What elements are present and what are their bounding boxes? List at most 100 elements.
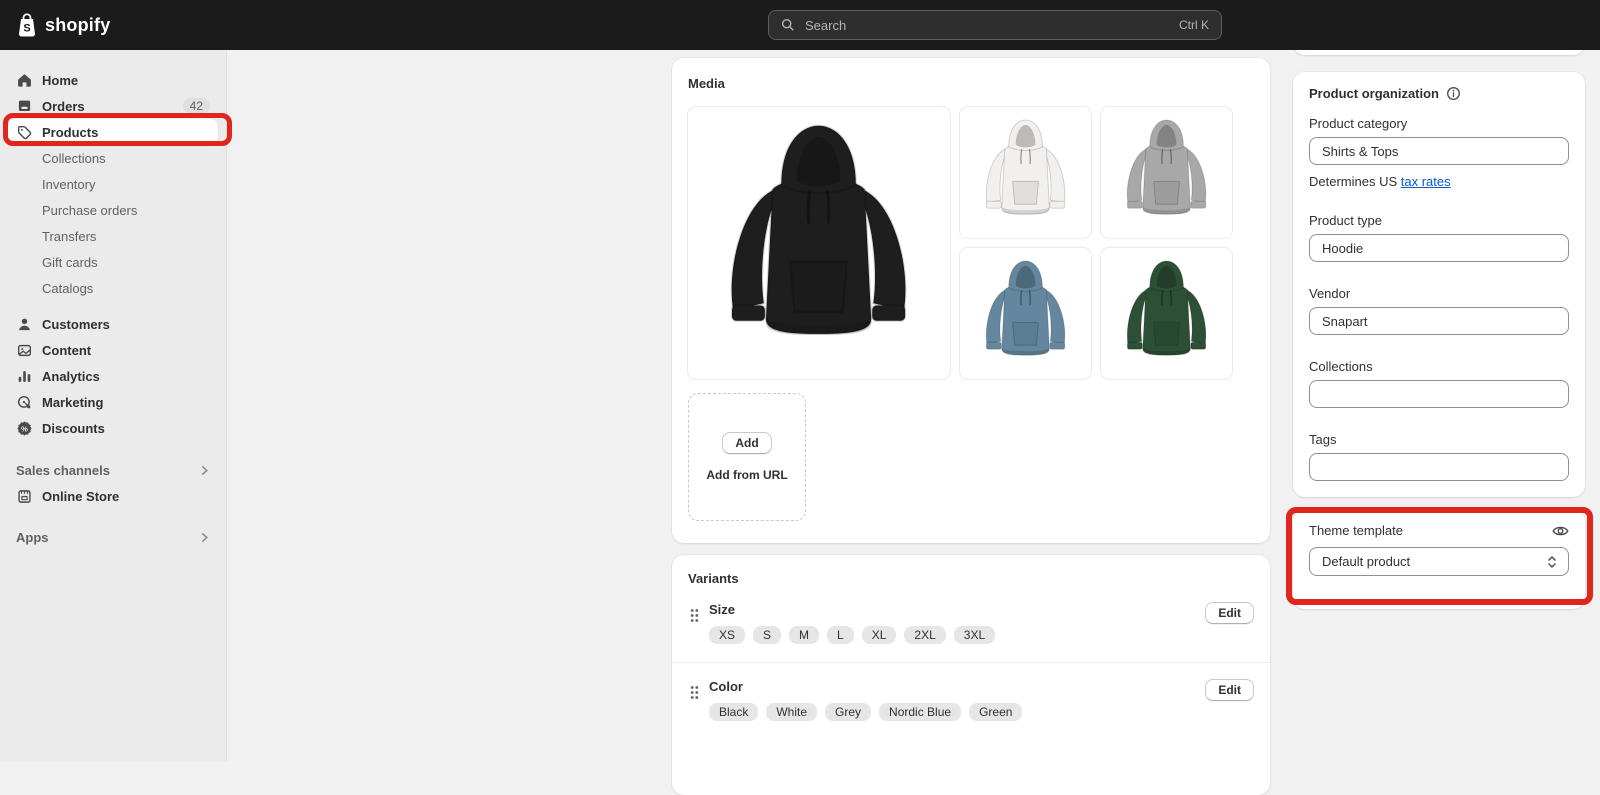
product-organization-title: Product organization [1309, 86, 1439, 101]
sidebar-item-label: Discounts [42, 421, 105, 436]
sidebar-item-label: Marketing [42, 395, 103, 410]
marketing-icon [16, 394, 32, 410]
analytics-icon [16, 368, 32, 384]
sidebar-item-orders[interactable]: Orders 42 [8, 93, 218, 119]
customers-icon [16, 316, 32, 332]
content-icon [16, 342, 32, 358]
sidebar-item-products[interactable]: Products [8, 119, 218, 145]
sidebar-item-analytics[interactable]: Analytics [8, 363, 218, 389]
sidebar-item-discounts[interactable]: % Discounts [8, 415, 218, 441]
info-icon[interactable] [1446, 86, 1461, 101]
green-hoodie-image [1117, 257, 1216, 371]
sidebar-item-label: Customers [42, 317, 110, 332]
tax-note-text: Determines US [1309, 174, 1401, 189]
nordic-blue-hoodie-image [976, 257, 1075, 371]
variant-value-chip: Grey [825, 703, 871, 721]
vendor-input[interactable] [1309, 307, 1569, 335]
sidebar-item-collections[interactable]: Collections [8, 145, 218, 171]
tax-rates-link[interactable]: tax rates [1401, 174, 1451, 189]
theme-template-header: Theme template [1309, 523, 1569, 538]
right-panel: Product organization Product category De… [1293, 0, 1585, 609]
collections-label: Collections [1309, 359, 1569, 374]
drag-handle-icon[interactable] [690, 608, 699, 644]
discounts-icon: % [16, 420, 32, 436]
product-category-input[interactable] [1309, 137, 1569, 165]
media-grid [688, 107, 1254, 379]
grey-hoodie-image [1117, 116, 1216, 230]
search-input[interactable] [803, 17, 1171, 34]
edit-color-button[interactable]: Edit [1205, 679, 1254, 701]
sidebar-section-sales-channels[interactable]: Sales channels [8, 457, 218, 483]
sidebar-item-label: Inventory [42, 177, 95, 192]
sidebar-section-apps[interactable]: Apps [8, 524, 218, 550]
edit-size-button[interactable]: Edit [1205, 602, 1254, 624]
chevron-right-icon [199, 465, 210, 476]
main-content: Media Add Add from URL Variants [672, 58, 1270, 795]
sidebar-item-label: Online Store [42, 489, 119, 504]
variants-title: Variants [688, 571, 1254, 586]
shopify-logo[interactable]: S shopify [16, 13, 110, 37]
drag-handle-icon[interactable] [690, 685, 699, 721]
product-image-nordic-blue-hoodie[interactable] [960, 248, 1091, 379]
product-category-label: Product category [1309, 116, 1569, 131]
tags-input[interactable] [1309, 453, 1569, 481]
eye-icon[interactable] [1552, 524, 1569, 538]
variant-value-chip: M [789, 626, 819, 644]
variant-values: XS S M L XL 2XL 3XL [709, 626, 1205, 644]
sidebar-item-transfers[interactable]: Transfers [8, 223, 218, 249]
sidebar-item-inventory[interactable]: Inventory [8, 171, 218, 197]
sidebar-item-purchase-orders[interactable]: Purchase orders [8, 197, 218, 223]
collections-input[interactable] [1309, 380, 1569, 408]
updown-chevron-icon [1546, 555, 1558, 569]
white-hoodie-image [976, 116, 1075, 230]
sidebar-item-label: Home [42, 73, 78, 88]
variant-value-chip: 3XL [954, 626, 995, 644]
add-from-url-link[interactable]: Add from URL [706, 468, 787, 482]
product-image-black-hoodie[interactable] [688, 107, 950, 379]
product-organization-card: Product organization Product category De… [1293, 72, 1585, 497]
sidebar-item-content[interactable]: Content [8, 337, 218, 363]
variant-value-chip: Green [969, 703, 1022, 721]
global-search[interactable]: Ctrl K [768, 10, 1222, 40]
media-card: Media Add Add from URL [672, 58, 1270, 543]
svg-text:S: S [23, 23, 30, 35]
theme-template-select[interactable]: Default product [1309, 547, 1569, 576]
product-image-grey-hoodie[interactable] [1101, 107, 1232, 238]
section-label: Sales channels [16, 463, 110, 478]
product-image-green-hoodie[interactable] [1101, 248, 1232, 379]
vendor-label: Vendor [1309, 286, 1569, 301]
variant-value-chip: S [753, 626, 781, 644]
sidebar-item-label: Gift cards [42, 255, 98, 270]
variant-row-color: Color Black White Grey Nordic Blue Green… [688, 679, 1254, 721]
variant-name: Color [709, 679, 1205, 694]
search-shortcut: Ctrl K [1179, 18, 1209, 32]
sidebar-item-label: Collections [42, 151, 106, 166]
variant-values: Black White Grey Nordic Blue Green [709, 703, 1205, 721]
sidebar-item-customers[interactable]: Customers [8, 311, 218, 337]
tags-label: Tags [1309, 432, 1569, 447]
sidebar-item-home[interactable]: Home [8, 67, 218, 93]
shopify-bag-icon: S [16, 13, 38, 37]
variant-row-size: Size XS S M L XL 2XL 3XL Edit [688, 602, 1254, 644]
orders-count-badge: 42 [183, 98, 210, 114]
variants-card: Variants Size XS S M L XL 2XL 3XL [672, 555, 1270, 795]
add-media-button[interactable]: Add [722, 432, 771, 454]
sidebar-item-marketing[interactable]: Marketing [8, 389, 218, 415]
variant-row-body: Color Black White Grey Nordic Blue Green [709, 679, 1205, 721]
orders-icon [16, 98, 32, 114]
svg-text:%: % [21, 424, 28, 433]
sidebar-item-label: Orders [42, 99, 85, 114]
sidebar-item-catalogs[interactable]: Catalogs [8, 275, 218, 301]
brand-wordmark: shopify [45, 15, 110, 36]
theme-template-label: Theme template [1309, 523, 1403, 538]
variant-name: Size [709, 602, 1205, 617]
chevron-right-icon [199, 532, 210, 543]
variant-value-chip: 2XL [904, 626, 945, 644]
search-icon [781, 18, 795, 32]
sidebar-item-online-store[interactable]: Online Store [8, 483, 218, 509]
sidebar-item-gift-cards[interactable]: Gift cards [8, 249, 218, 275]
section-label: Apps [16, 530, 49, 545]
product-image-white-hoodie[interactable] [960, 107, 1091, 238]
media-add-dropzone[interactable]: Add Add from URL [688, 393, 806, 521]
product-type-input[interactable] [1309, 234, 1569, 262]
